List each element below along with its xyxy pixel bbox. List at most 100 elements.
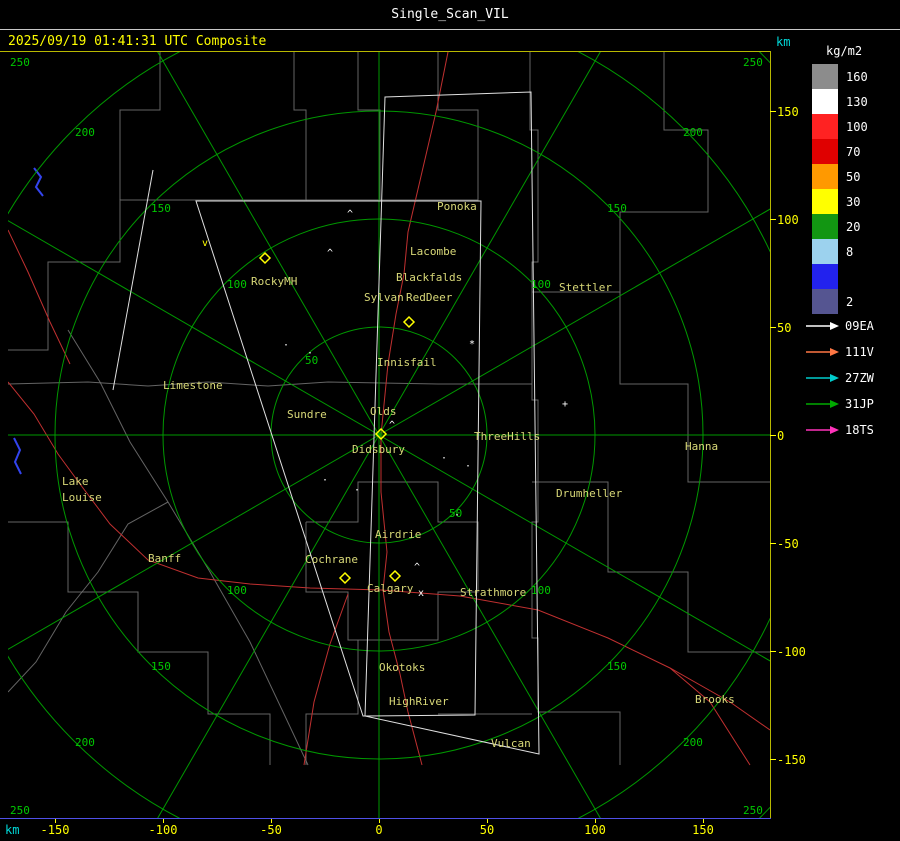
colorbar-swatch [812, 264, 838, 289]
radar-map[interactable]: 50 50 100 100 100 100 150 150 150 150 20… [8, 52, 770, 818]
city-label: Airdrie [375, 528, 421, 541]
title-bar: Single_Scan_VIL [0, 0, 900, 29]
highway-line [380, 589, 770, 731]
window-title: Single_Scan_VIL [391, 7, 509, 22]
x-axis-label: -100 [148, 823, 178, 837]
colorbar-value: 2 [846, 295, 853, 309]
y-axis-tick [770, 759, 776, 760]
y-axis-tick [770, 219, 776, 220]
river-line [13, 437, 22, 475]
ring-label: 200 [75, 736, 95, 749]
colorbar-swatch [812, 89, 838, 114]
ring-label: 150 [607, 660, 627, 673]
boundary-line [67, 329, 309, 766]
city-label: Drumheller [556, 487, 623, 500]
city-label: Stettler [559, 281, 612, 294]
point-marker: · [322, 475, 328, 486]
ring-label: 200 [683, 126, 703, 139]
point-marker: ^ [389, 420, 395, 431]
point-marker: ^ [414, 562, 420, 573]
x-axis-label: 0 [375, 823, 383, 837]
point-marker: · [354, 485, 360, 496]
ring-label: 250 [10, 804, 30, 817]
x-axis-label: -150 [40, 823, 70, 837]
colorbar-value: 160 [846, 70, 868, 84]
station-id: 27ZW [845, 371, 875, 385]
boundary-line [529, 52, 621, 765]
point-marker: · [307, 348, 313, 359]
colorbar: 160 130 100 70 50 30 20 8 2 [812, 64, 868, 314]
boundary-line [306, 52, 479, 201]
colorbar-value: 30 [846, 195, 860, 209]
point-marker: · [454, 510, 460, 521]
city-label: Lake [62, 475, 89, 488]
ring-label: 100 [531, 584, 551, 597]
ring-label: 250 [10, 56, 30, 69]
y-axis-tick [770, 651, 776, 652]
highway-line [669, 667, 751, 766]
city-label: HighRiver [389, 695, 449, 708]
point-marker: x [418, 588, 424, 599]
station-arrowhead [830, 348, 839, 356]
city-label: Blackfalds [396, 271, 462, 284]
ring-label: 100 [227, 278, 247, 291]
ring-label: 150 [607, 202, 627, 215]
station-arrowhead [830, 426, 839, 434]
y-axis-tick [770, 327, 776, 328]
river-line [33, 167, 44, 197]
ring-label: 250 [743, 804, 763, 817]
y-axis-label: -150 [777, 753, 806, 767]
coverage-outline [112, 169, 154, 391]
ring-label: 100 [531, 278, 551, 291]
colorbar-swatch [812, 139, 838, 164]
city-label: Cochrane [305, 553, 358, 566]
y-axis-label: 50 [777, 321, 792, 335]
colorbar-value: 50 [846, 170, 860, 184]
boundary-line [8, 501, 169, 693]
ring-label: 150 [151, 202, 171, 215]
y-axis-label: -50 [777, 537, 799, 551]
city-label: Okotoks [379, 661, 425, 674]
radar-viewer-window: Single_Scan_VIL 2025/09/19 01:41:31 UTC … [0, 0, 900, 841]
colorbar-value: 70 [846, 145, 860, 159]
colorbar-unit-label: kg/m2 [826, 44, 863, 58]
x-axis-unit-label: km [5, 823, 20, 837]
point-marker: · [441, 453, 447, 464]
city-label: Calgary [367, 582, 414, 595]
radar-coverage-outlines [112, 91, 540, 755]
point-marker: ^ [347, 209, 353, 220]
y-axis-label: 0 [777, 429, 785, 443]
colorbar-swatch [812, 64, 838, 89]
radar-site-diamond [258, 251, 272, 265]
city-label: Ponoka [437, 200, 477, 213]
radar-site-diamond [388, 569, 402, 583]
y-axis-tick [770, 111, 776, 112]
colorbar-swatch [812, 114, 838, 139]
highway-line [8, 229, 71, 365]
y-axis-unit-label: km [776, 35, 791, 49]
station-id: 09EA [845, 319, 875, 333]
boundary-line [119, 52, 161, 200]
station-legend: 09EA 111V 27ZW 31JP 18TS [806, 319, 875, 437]
city-label: Innisfail [377, 356, 437, 369]
city-label: Vulcan [491, 737, 531, 750]
colorbar-swatch [812, 289, 838, 314]
radar-site-diamond [338, 571, 352, 585]
colorbar-swatch [812, 189, 838, 214]
y-axis-tick [770, 543, 776, 544]
ring-label: 250 [743, 56, 763, 69]
y-axis-label: 150 [777, 105, 799, 119]
colorbar-swatch [812, 164, 838, 189]
city-label: RockyMH [251, 275, 297, 288]
x-axis-label: 150 [692, 823, 714, 837]
colorbar-value: 8 [846, 245, 853, 259]
range-ring-labels: 50 50 100 100 100 100 150 150 150 150 20… [10, 56, 763, 817]
station-id: 18TS [845, 423, 874, 437]
station-arrowhead [830, 374, 839, 382]
city-label: Brooks [695, 693, 735, 706]
point-marker: · [465, 461, 471, 472]
point-marker: ^ [327, 248, 333, 259]
colorbar-value: 130 [846, 95, 868, 109]
colorbar-value: 20 [846, 220, 860, 234]
city-label: Sylvan [364, 291, 404, 304]
